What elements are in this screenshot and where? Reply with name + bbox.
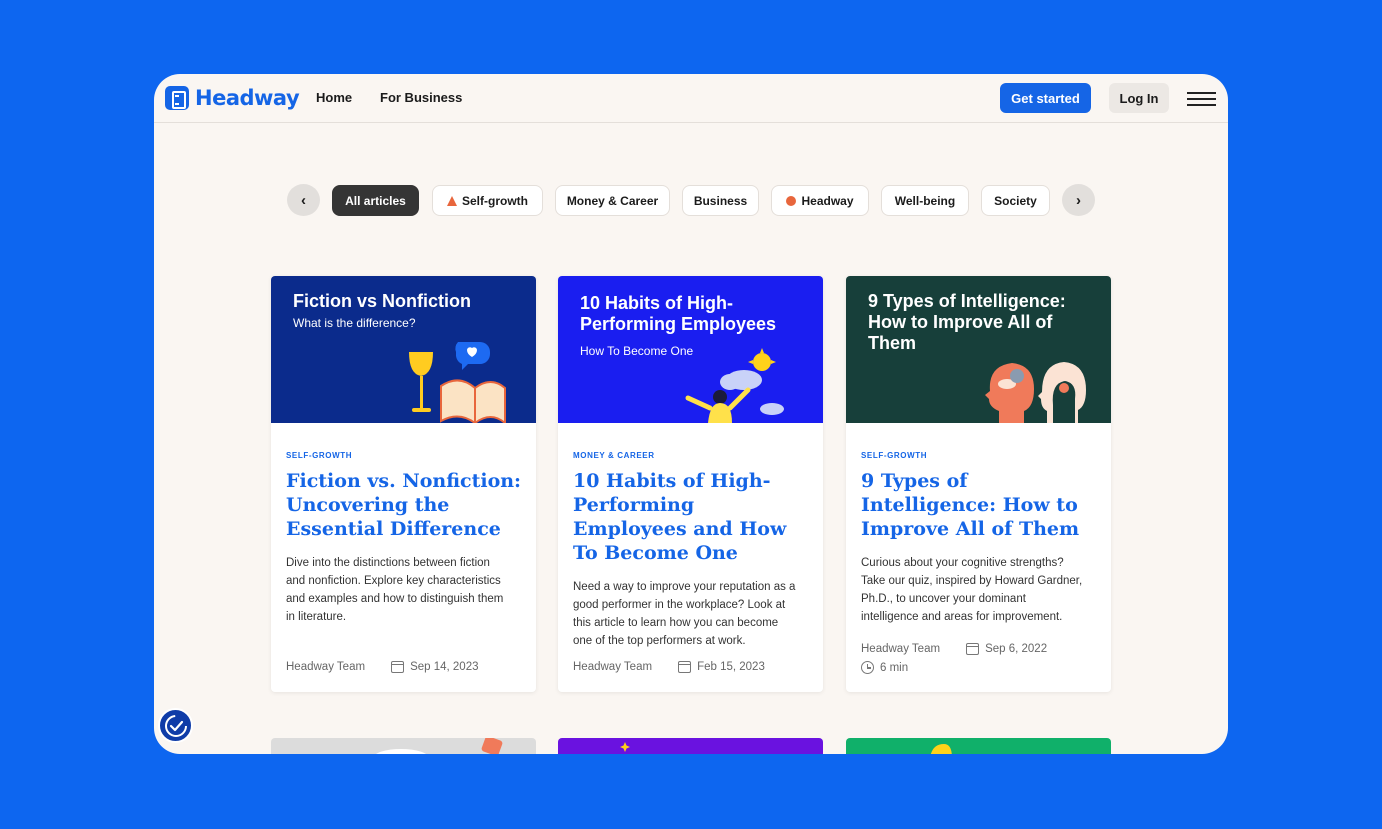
- next-article-card-peek[interactable]: [271, 738, 536, 754]
- article-meta: Headway Team Feb 15, 2023: [573, 661, 765, 673]
- article-date: Feb 15, 2023: [697, 661, 765, 673]
- hero-subtitle: What is the difference?: [293, 316, 416, 330]
- get-started-button[interactable]: Get started: [1000, 83, 1091, 113]
- article-read-time: 6 min: [861, 661, 908, 674]
- clock-icon: [861, 661, 874, 674]
- article-meta: Headway Team Sep 14, 2023: [286, 661, 478, 673]
- chip-label: Headway: [801, 193, 854, 208]
- article-title[interactable]: 10 Habits of High-Performing Employees a…: [573, 469, 813, 565]
- article-category-tag[interactable]: MONEY & CAREER: [573, 451, 813, 460]
- hero-subtitle: How To Become One: [580, 344, 694, 358]
- article-hero-image: Fiction vs Nonfiction What is the differ…: [271, 276, 536, 423]
- article-author: Headway Team: [861, 643, 941, 655]
- article-author: Headway Team: [286, 661, 366, 673]
- article-title[interactable]: Fiction vs. Nonfiction: Uncovering the E…: [286, 469, 526, 541]
- hamburger-menu-icon[interactable]: [1187, 91, 1217, 107]
- chip-label: Self-growth: [462, 193, 528, 208]
- person-cloud-illustration-icon: [685, 348, 784, 423]
- article-hero-image: 9 Types of Intelligence: How to Improve …: [846, 276, 1111, 423]
- next-article-card-peek[interactable]: [558, 738, 823, 754]
- nav-link-home[interactable]: Home: [316, 90, 352, 105]
- next-card-illustration-icon: [375, 738, 503, 754]
- article-category-tag[interactable]: SELF-GROWTH: [861, 451, 1101, 460]
- card-body: MONEY & CAREER 10 Habits of High-Perform…: [573, 423, 813, 650]
- chip-well-being[interactable]: Well-being: [881, 185, 969, 216]
- article-author: Headway Team: [573, 661, 653, 673]
- chip-self-growth[interactable]: Self-growth: [432, 185, 543, 216]
- chip-label: Well-being: [894, 193, 956, 208]
- card-body: SELF-GROWTH Fiction vs. Nonfiction: Unco…: [286, 423, 526, 626]
- article-date: Sep 14, 2023: [410, 661, 479, 673]
- mountain-icon: [447, 195, 457, 206]
- nav-link-for-business[interactable]: For Business: [380, 90, 462, 105]
- chip-all-articles[interactable]: All articles: [332, 185, 419, 216]
- article-card[interactable]: 9 Types of Intelligence: How to Improve …: [846, 276, 1111, 692]
- logo-text: Headway: [195, 86, 300, 110]
- headway-logo[interactable]: Headway: [165, 86, 300, 110]
- article-description: Curious about your cognitive strengths? …: [861, 557, 1083, 623]
- top-navigation-bar: Headway Home For Business Get started Lo…: [154, 74, 1228, 123]
- article-description: Need a way to improve your reputation as…: [573, 581, 796, 647]
- headway-logo-icon: [165, 86, 189, 110]
- read-time-label: 6 min: [880, 661, 909, 674]
- chip-society[interactable]: Society: [981, 185, 1050, 216]
- head-profiles-illustration-icon: [985, 362, 1086, 423]
- scroll-left-arrow-icon[interactable]: ‹: [287, 184, 320, 216]
- article-title[interactable]: 9 Types of Intelligence: How to Improve …: [861, 469, 1101, 541]
- chip-label: Business: [693, 193, 748, 208]
- scroll-right-arrow-icon[interactable]: ›: [1062, 184, 1095, 216]
- article-card[interactable]: 10 Habits of High-Performing Employees H…: [558, 276, 823, 692]
- chip-business[interactable]: Business: [682, 185, 759, 216]
- browser-window: Headway Home For Business Get started Lo…: [154, 74, 1228, 754]
- chip-money-career[interactable]: Money & Career: [555, 185, 670, 216]
- accessibility-widget-button[interactable]: [158, 708, 193, 743]
- calendar-icon: [391, 661, 405, 673]
- next-article-card-peek[interactable]: [846, 738, 1111, 754]
- chip-label: All articles: [345, 193, 406, 208]
- article-description: Dive into the distinctions between ficti…: [286, 557, 504, 623]
- chip-headway[interactable]: Headway: [771, 185, 869, 216]
- hero-title: 10 Habits of High-Performing Employees: [580, 293, 777, 334]
- hero-title: 9 Types of Intelligence: How to Improve …: [868, 291, 1066, 353]
- log-in-button[interactable]: Log In: [1109, 83, 1169, 113]
- article-category-tag[interactable]: SELF-GROWTH: [286, 451, 526, 460]
- article-hero-image: 10 Habits of High-Performing Employees H…: [558, 276, 823, 423]
- card-body: SELF-GROWTH 9 Types of Intelligence: How…: [861, 423, 1101, 626]
- calendar-icon: [678, 661, 692, 673]
- hero-title: Fiction vs Nonfiction: [293, 291, 471, 311]
- article-date: Sep 6, 2022: [985, 643, 1048, 655]
- chip-label: Society: [994, 193, 1037, 208]
- chip-label: Money & Career: [566, 193, 659, 208]
- article-card[interactable]: Fiction vs Nonfiction What is the differ…: [271, 276, 536, 692]
- sparkle-icon: [620, 742, 630, 752]
- headway-dot-icon: [786, 195, 797, 206]
- article-meta: Headway Team Sep 6, 2022: [861, 643, 1047, 655]
- book-wine-illustration-icon: [409, 342, 506, 423]
- accessibility-check-icon: [164, 714, 187, 737]
- next-card-illustration-icon: [930, 744, 952, 754]
- calendar-icon: [966, 643, 980, 655]
